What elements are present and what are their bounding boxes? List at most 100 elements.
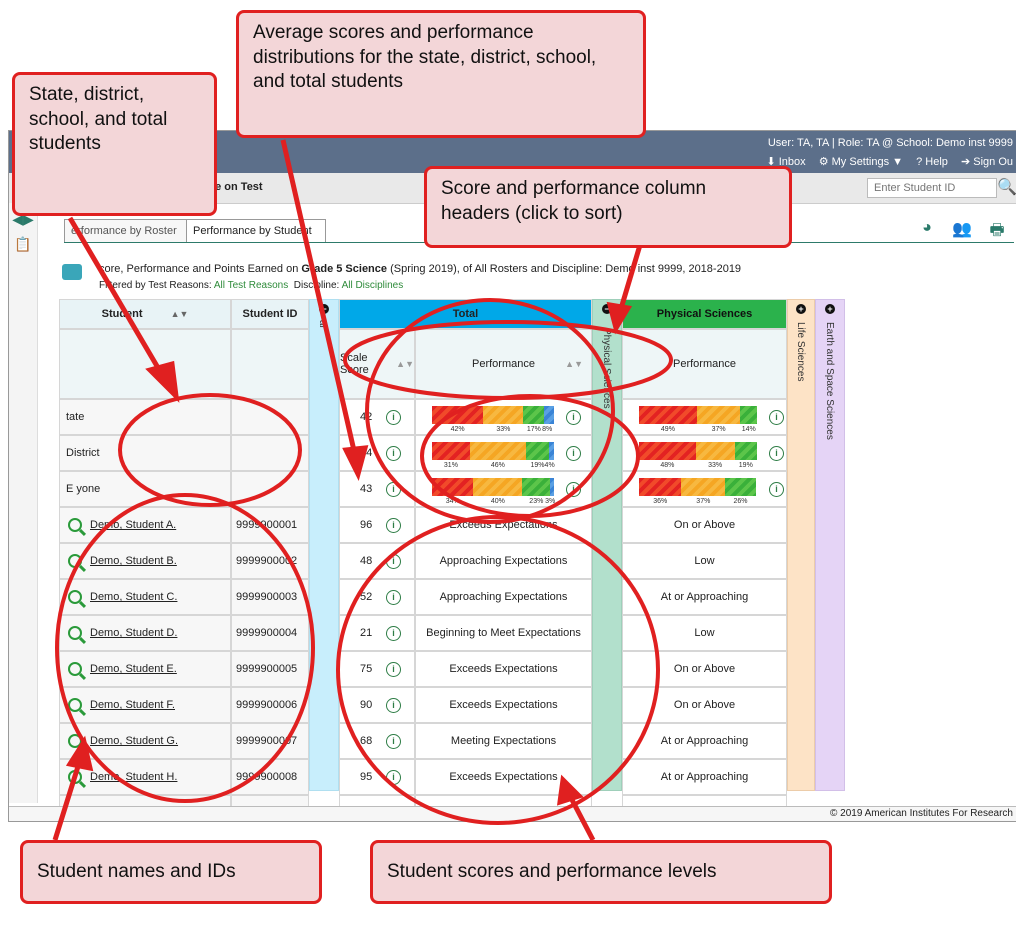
- discipline-label: Discipline:: [293, 280, 340, 291]
- student-id-cell: 9999900006: [231, 687, 309, 723]
- student-name-link[interactable]: Demo, Student A.: [90, 519, 176, 531]
- collapse-icon[interactable]: −: [319, 304, 329, 314]
- info-icon[interactable]: i: [386, 481, 401, 497]
- help-link[interactable]: ? Help: [916, 156, 948, 168]
- student-id-cell: 9999900002: [231, 543, 309, 579]
- performance-header[interactable]: Performance ▲▼: [415, 329, 592, 399]
- info-icon[interactable]: i: [566, 409, 581, 425]
- distribution-percent: 49%: [660, 426, 675, 433]
- student-detail-icon[interactable]: [68, 554, 82, 568]
- life-sciences-column[interactable]: + Life Sciences: [787, 299, 815, 791]
- overall-vertical-label: al: [317, 320, 328, 328]
- student-detail-icon[interactable]: [68, 518, 82, 532]
- student-name-link[interactable]: Demo, Student C.: [90, 591, 177, 603]
- info-icon[interactable]: i: [386, 697, 401, 713]
- student-physical: On or Above: [673, 699, 736, 711]
- student-detail-icon[interactable]: [68, 626, 82, 640]
- performance-distribution-bar: [639, 442, 757, 460]
- student-name-link[interactable]: Demo, Student G.: [90, 735, 178, 747]
- student-physical: Low: [694, 627, 715, 639]
- info-icon[interactable]: i: [386, 733, 401, 749]
- tab-performance-by-roster[interactable]: erformance by Roster: [64, 219, 194, 243]
- student-physical: At or Approaching: [660, 735, 749, 747]
- info-icon[interactable]: i: [769, 481, 784, 497]
- filter-label: Filtered by Test Reasons:: [99, 280, 212, 291]
- aggregate-row-id: [231, 435, 309, 471]
- student-id-input[interactable]: [867, 178, 997, 198]
- aggregate-score: 42: [360, 411, 373, 423]
- aggregate-row-name: tate: [59, 399, 231, 435]
- student-id: 9999900005: [236, 663, 298, 675]
- info-icon[interactable]: i: [386, 625, 401, 641]
- overall-collapsed-column[interactable]: − al: [309, 299, 339, 791]
- student-name-link[interactable]: Demo, Student B.: [90, 555, 177, 567]
- report-test-name: Grade 5 Science: [301, 263, 388, 275]
- info-icon[interactable]: i: [386, 445, 401, 461]
- physical-collapsed-column[interactable]: − Physical Sciences: [592, 299, 622, 791]
- my-settings-link[interactable]: ⚙ My Settings ▼: [819, 156, 903, 168]
- student-name-link[interactable]: Demo, Student D.: [90, 627, 177, 639]
- total-header[interactable]: Total: [339, 299, 592, 329]
- student-name-cell: Demo, Student E.: [59, 651, 231, 687]
- student-id-header[interactable]: Student ID: [231, 299, 309, 329]
- student-score-cell: 96 i: [339, 507, 415, 543]
- students-icon[interactable]: 👥: [949, 219, 975, 241]
- info-icon[interactable]: i: [566, 445, 581, 461]
- collapse-icon[interactable]: −: [602, 304, 612, 314]
- distribution-percent: 8%: [542, 426, 553, 433]
- scale-score-header[interactable]: Scale Score ▲▼: [339, 329, 415, 399]
- student-id-cell: 9999900004: [231, 615, 309, 651]
- discipline-value[interactable]: All Disciplines: [342, 280, 404, 291]
- distribution-percent: 36%: [653, 498, 668, 505]
- info-icon[interactable]: i: [386, 517, 401, 533]
- distribution-percent: 34%: [445, 498, 460, 505]
- physical-performance-header[interactable]: Performance: [622, 329, 787, 399]
- filter-value[interactable]: All Test Reasons: [214, 280, 288, 291]
- student-id-cell: 9999900005: [231, 651, 309, 687]
- print-icon[interactable]: 🖶: [984, 219, 1010, 241]
- expand-icon[interactable]: +: [825, 304, 835, 314]
- student-score-cell: 95 i: [339, 759, 415, 795]
- info-icon[interactable]: i: [566, 481, 581, 497]
- info-icon[interactable]: i: [386, 553, 401, 569]
- student-physical: Low: [694, 555, 715, 567]
- report-description: core, Performance and Points Earned on G…: [99, 263, 741, 275]
- student-name-link[interactable]: Demo, Student H.: [90, 771, 177, 783]
- distribution-segment: [639, 406, 697, 424]
- student-performance-cell: Exceeds Expectations: [415, 507, 592, 543]
- student-detail-icon[interactable]: [68, 590, 82, 604]
- expand-icon[interactable]: +: [796, 304, 806, 314]
- sort-icon[interactable]: ▲▼: [171, 309, 189, 319]
- info-icon[interactable]: i: [386, 589, 401, 605]
- student-name-cell: Demo, Student C.: [59, 579, 231, 615]
- sort-icon[interactable]: ▲▼: [565, 359, 583, 369]
- distribution-segment: [696, 406, 741, 424]
- info-icon[interactable]: i: [386, 769, 401, 785]
- info-icon[interactable]: i: [386, 409, 401, 425]
- earth-space-sciences-column[interactable]: + Earth and Space Sciences: [815, 299, 845, 791]
- student-physical: On or Above: [673, 519, 736, 531]
- search-icon[interactable]: 🔍: [997, 177, 1016, 199]
- student-name-link[interactable]: Demo, Student E.: [90, 663, 177, 675]
- sort-icon[interactable]: ▲▼: [396, 359, 414, 369]
- pie-chart-icon[interactable]: ◕: [914, 219, 940, 241]
- sign-out-link[interactable]: ➔ Sign Ou: [961, 156, 1013, 168]
- info-icon[interactable]: i: [386, 661, 401, 677]
- student-detail-icon[interactable]: [68, 698, 82, 712]
- clipboard-icon[interactable]: 📋: [9, 236, 37, 253]
- student-name-link[interactable]: Demo, Student F.: [90, 699, 175, 711]
- aggregate-score-cell: 44 i: [339, 435, 415, 471]
- performance-distribution-bar: [432, 478, 554, 496]
- student-id: 9999900004: [236, 627, 298, 639]
- student-detail-icon[interactable]: [68, 662, 82, 676]
- info-icon[interactable]: i: [769, 445, 784, 461]
- info-icon[interactable]: i: [769, 409, 784, 425]
- tab-performance-by-student[interactable]: Performance by Student: [186, 219, 326, 243]
- aggregate-physical-cell: 48% 33% 19% i: [622, 435, 787, 471]
- student-detail-icon[interactable]: [68, 734, 82, 748]
- student-detail-icon[interactable]: [68, 770, 82, 784]
- student-performance-cell: Exceeds Expectations: [415, 759, 592, 795]
- user-role: User: TA, TA | Role: TA @ School: Demo i…: [767, 137, 1013, 149]
- physical-sciences-header[interactable]: Physical Sciences: [622, 299, 787, 329]
- student-header[interactable]: Student ▲▼: [59, 299, 231, 329]
